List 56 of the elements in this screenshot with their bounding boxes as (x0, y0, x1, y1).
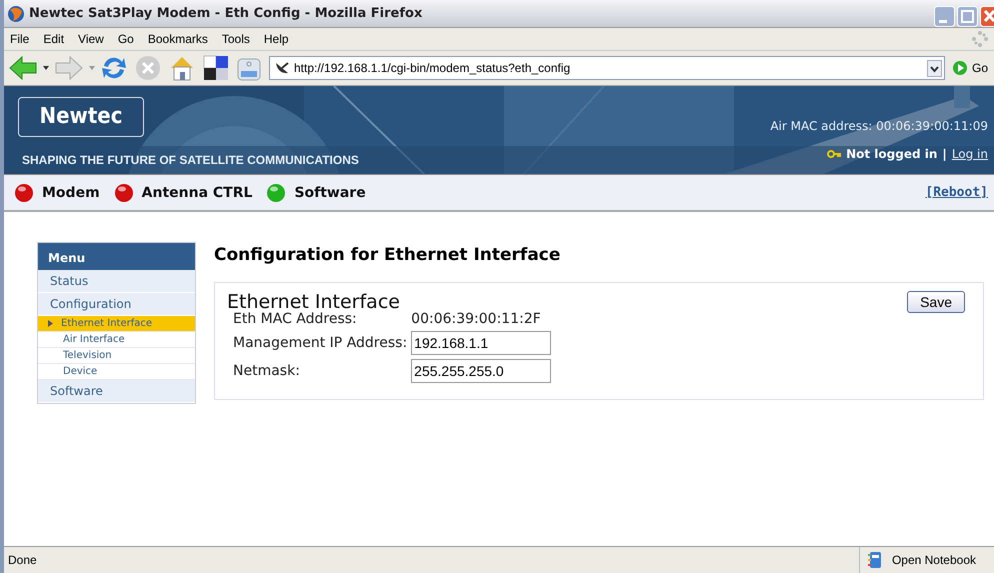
back-button[interactable] (8, 55, 38, 81)
status-text: Done (8, 553, 37, 567)
status-light-icon (266, 182, 286, 202)
air-mac-address: Air MAC address: 00:06:39:00:11:09 (770, 119, 988, 133)
tagline: SHAPING THE FUTURE OF SATELLITE COMMUNICATIONS (22, 153, 359, 167)
play-icon (952, 60, 968, 76)
menu-item[interactable]: Edit (43, 32, 64, 46)
throbber-icon (972, 31, 988, 47)
login-link[interactable]: Log in (952, 147, 988, 161)
logo: Newtec (18, 97, 144, 137)
sidebar-item[interactable]: Status (38, 270, 195, 293)
sidebar-item[interactable]: Device (38, 364, 195, 380)
go-button[interactable]: Go (952, 60, 990, 76)
status-light-icon (14, 182, 34, 202)
sidebar-item[interactable]: Ethernet Interface (38, 316, 195, 332)
menu-item[interactable]: Go (118, 32, 134, 46)
page-title: Configuration for Ethernet Interface (214, 245, 562, 265)
forward-button[interactable] (54, 55, 84, 81)
arrow-icon (48, 320, 53, 327)
login-status: Not logged in (846, 147, 938, 161)
field-label: Netmask: (233, 363, 301, 379)
dropdown-button[interactable] (926, 60, 942, 76)
status-label: Antenna CTRL (142, 184, 252, 200)
status-label: Modem (42, 184, 100, 200)
tiles-icon[interactable] (203, 55, 229, 81)
menu-item[interactable]: View (78, 32, 104, 46)
sidebar-title: Menu (38, 243, 195, 270)
address-field[interactable]: http://192.168.1.1/cgi-bin/modem_status?eth_config (269, 56, 945, 80)
separator-text: | (942, 147, 947, 161)
globe-icon (7, 4, 25, 22)
sidebar-item[interactable]: Air Interface (38, 332, 195, 348)
status-light-icon (114, 182, 134, 202)
minimize-button[interactable] (934, 6, 955, 27)
window-title: Newtec Sat3Play Modem - Eth Config - Mozilla Firefox (29, 6, 424, 21)
reboot-link[interactable]: [Reboot] (925, 185, 988, 200)
maximize-button[interactable] (957, 6, 978, 27)
field-label: Eth MAC Address: (233, 311, 358, 327)
menu-item[interactable]: Bookmarks (148, 32, 208, 46)
save-button[interactable]: Save (907, 291, 965, 313)
panel-title: Ethernet Interface (227, 291, 400, 313)
sidebar-item[interactable]: Software (38, 380, 195, 403)
satellite-dish-icon (274, 61, 290, 75)
sidebar-item[interactable]: Television (38, 348, 195, 364)
key-icon (827, 150, 842, 158)
close-button[interactable] (980, 6, 994, 27)
status-label: Software (294, 184, 366, 200)
menu-item[interactable]: Help (264, 32, 289, 46)
notebook-button[interactable]: Open Notebook (858, 547, 994, 573)
input-field[interactable]: 192.168.1.1 (411, 331, 552, 355)
field-value: 00:06:39:00:11:2F (411, 311, 542, 327)
field-label: Management IP Address: (233, 335, 408, 351)
input-field[interactable]: 255.255.255.0 (411, 359, 552, 383)
caret-icon[interactable] (43, 66, 49, 70)
notebook-icon (868, 551, 882, 569)
menu-item[interactable]: Tools (222, 32, 250, 46)
menu-item[interactable]: File (10, 32, 30, 46)
